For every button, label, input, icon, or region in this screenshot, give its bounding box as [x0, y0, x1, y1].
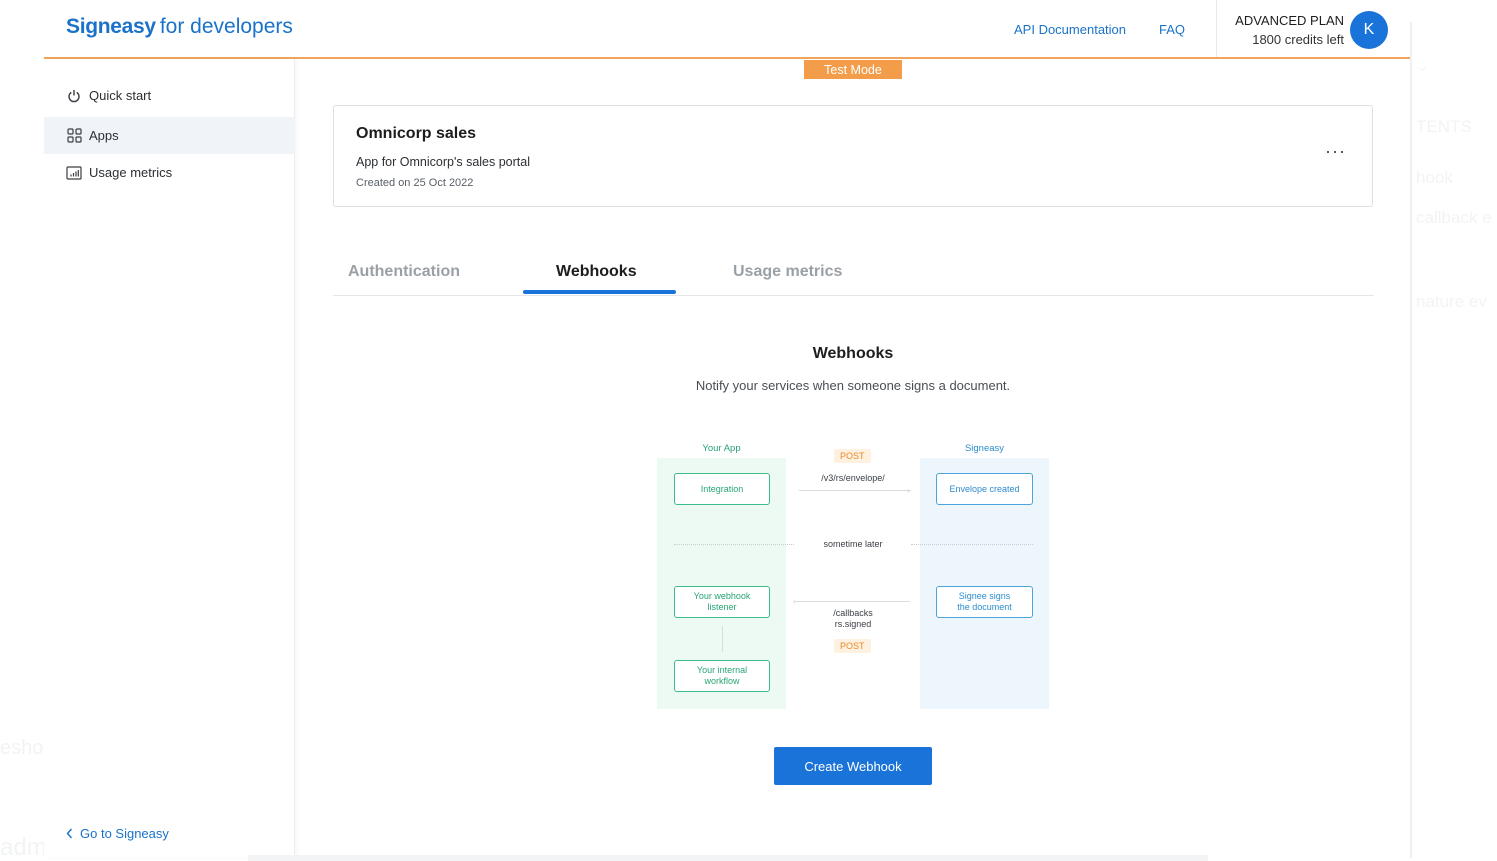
arrowhead-left-icon: ‹ [793, 597, 796, 606]
dotted-line [674, 544, 794, 545]
arrow-left [795, 601, 910, 602]
signeasy-label: Signeasy [964, 443, 1005, 454]
background-ghost-text: adm [0, 834, 47, 861]
background-ghost-text: callback e [1416, 208, 1492, 227]
internal-workflow-box: Your internal workflow [674, 660, 770, 692]
sidebar-item-quick-start[interactable]: Quick start [44, 77, 295, 114]
avatar[interactable]: K [1350, 11, 1388, 49]
sidebar-item-label: Quick start [89, 88, 152, 103]
sidebar-item-usage-metrics[interactable]: Usage metrics [44, 154, 295, 191]
app-card: Omnicorp sales App for Omnicorp's sales … [333, 105, 1373, 207]
power-icon [66, 88, 82, 104]
webhook-flow-diagram: Your App Signeasy POST /v3/rs/envelope/ … [655, 438, 1051, 713]
webhook-listener-box: Your webhook listener [674, 586, 770, 618]
webhooks-title: Webhooks [812, 345, 894, 362]
more-options-icon[interactable]: ··· [1325, 142, 1346, 160]
go-to-signeasy-label: Go to Signeasy [80, 826, 169, 841]
your-app-label: Your App [702, 443, 741, 454]
create-webhook-button[interactable]: Create Webhook [774, 747, 932, 785]
app-tabs: Authentication Webhooks Usage metrics [333, 250, 1374, 296]
header-divider [1216, 0, 1217, 57]
plan-name: ADVANCED PLAN [1235, 13, 1344, 28]
internal-workflow-line2: workflow [704, 676, 740, 686]
signee-signs-line1: Signee signs [958, 591, 1011, 601]
arrowhead-right-icon: › [907, 486, 910, 495]
app-created-date: Created on 25 Oct 2022 [356, 177, 474, 189]
sidebar-item-label: Usage metrics [89, 165, 173, 180]
chevron-down-icon: ⌄ [1417, 58, 1429, 74]
webhook-listener-line2: listener [707, 602, 737, 612]
sidebar-item-apps[interactable]: Apps [44, 117, 295, 154]
logo[interactable]: Signeasy for developers [66, 15, 293, 39]
logo-brand: Signeasy [66, 15, 156, 38]
post-badge: POST [834, 639, 871, 653]
chevron-left-icon [66, 828, 73, 839]
api-documentation-link[interactable]: API Documentation [1014, 22, 1126, 37]
sidebar: Quick start Apps Usage metrics Go to Sig… [44, 59, 295, 857]
webhook-listener-line1: Your webhook [693, 591, 751, 601]
webhooks-subtitle: Notify your services when someone signs … [695, 378, 1011, 393]
tab-authentication[interactable]: Authentication [348, 263, 460, 281]
grid-icon [66, 128, 82, 144]
background-ghost-text: hook [1416, 168, 1453, 187]
go-to-signeasy-link[interactable]: Go to Signeasy [66, 826, 169, 841]
callback-event: rs.signed [834, 619, 872, 629]
callback-path: /callbacks [833, 608, 873, 618]
background-ghost-text: TENTS [1416, 117, 1472, 136]
arrow-right [799, 490, 911, 491]
bar-chart-icon [66, 165, 82, 181]
active-tab-indicator [523, 290, 676, 294]
plan-credits: 1800 credits left [1252, 32, 1344, 47]
scrollbar-track [1410, 22, 1412, 858]
integration-box: Integration [674, 473, 770, 505]
envelope-created-box: Envelope created [936, 473, 1033, 505]
dotted-line [911, 544, 1033, 545]
sometime-later-label: sometime later [823, 539, 883, 549]
tab-webhooks[interactable]: Webhooks [556, 263, 637, 281]
horizontal-scrollbar [248, 855, 1208, 861]
plan-info: ADVANCED PLAN 1800 credits left [1235, 13, 1344, 47]
signee-signs-box: Signee signs the document [936, 586, 1033, 618]
background-ghost-text: esho [0, 737, 44, 759]
background-ghost-text: nature ev [1416, 292, 1487, 311]
logo-suffix: for developers [159, 15, 293, 38]
internal-workflow-line1: Your internal [696, 665, 748, 675]
faq-link[interactable]: FAQ [1159, 22, 1185, 37]
app-description: App for Omnicorp's sales portal [356, 155, 530, 169]
post-badge: POST [834, 449, 871, 463]
arrow-down [722, 626, 723, 652]
sidebar-item-label: Apps [89, 128, 119, 143]
tab-usage-metrics[interactable]: Usage metrics [733, 263, 842, 281]
endpoint-label: /v3/rs/envelope/ [821, 473, 885, 483]
top-header: Signeasy for developers API Documentation… [44, 0, 1412, 59]
callback-label: /callbacks rs.signed [801, 608, 905, 630]
signee-signs-line2: the document [957, 602, 1012, 612]
test-mode-badge: Test Mode [804, 60, 902, 79]
app-name: Omnicorp sales [356, 125, 477, 142]
